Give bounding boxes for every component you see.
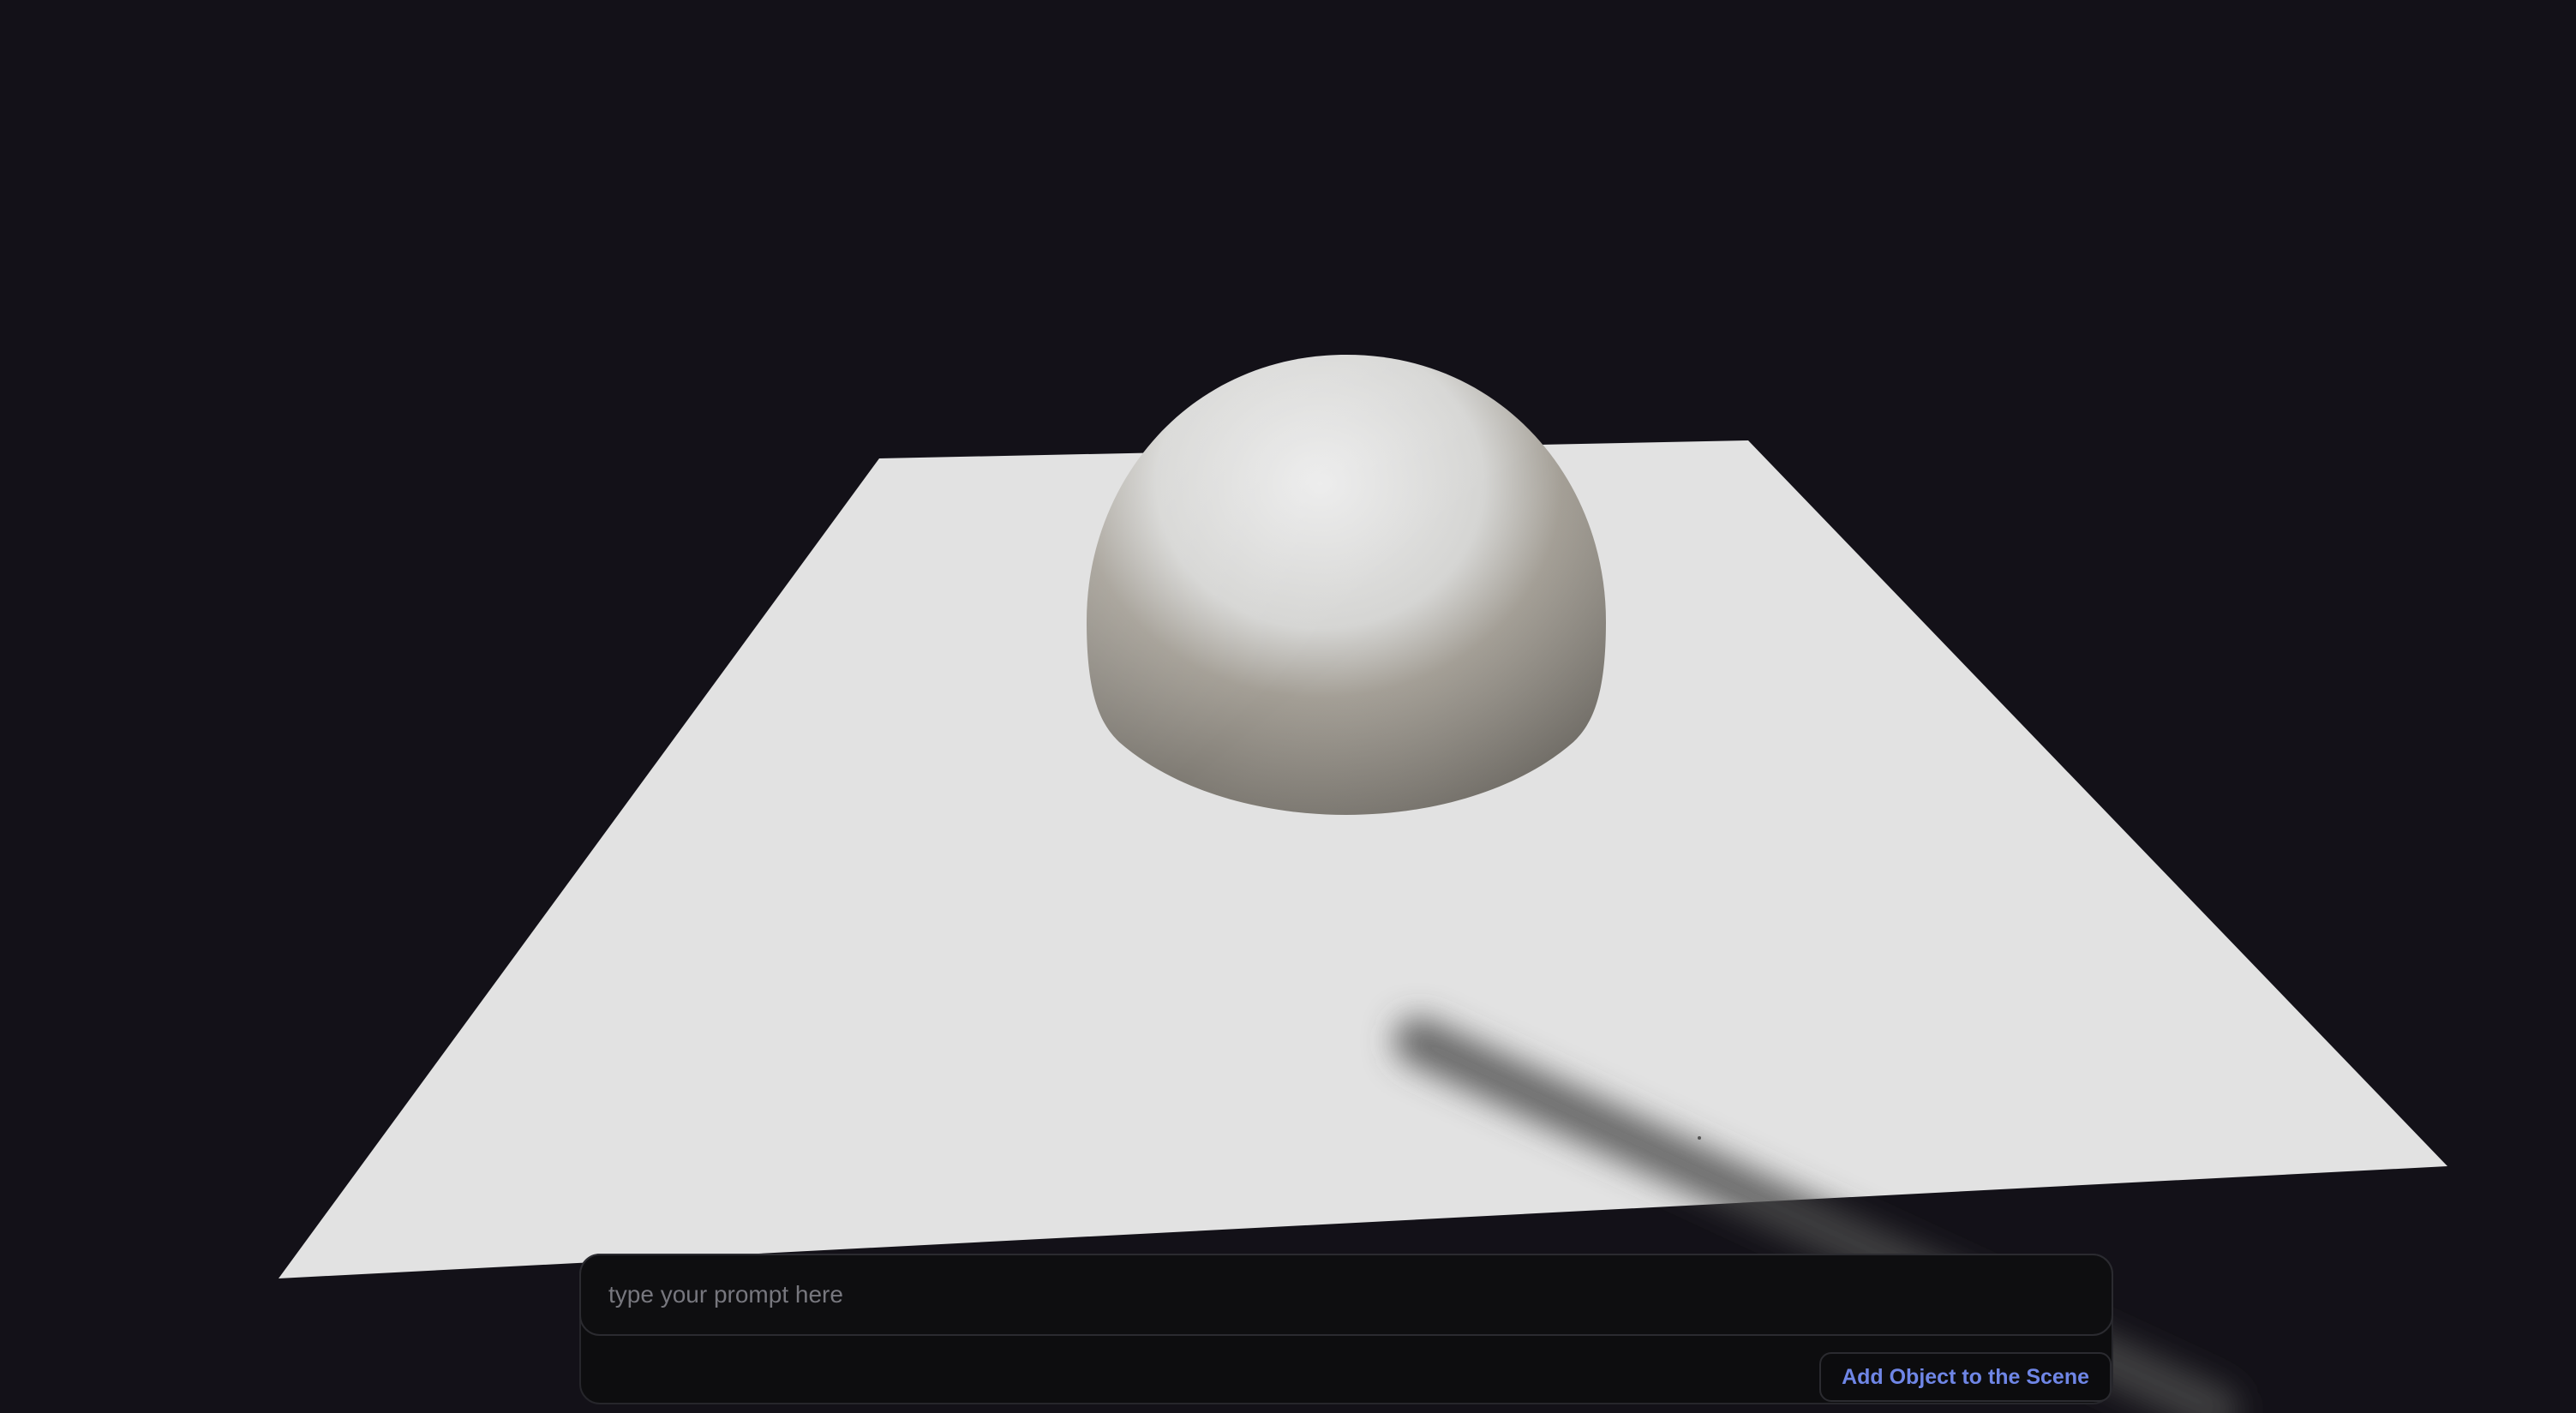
scene-point-marker xyxy=(1698,1136,1701,1140)
prompt-panel: Add Object to the Scene xyxy=(579,1254,2113,1404)
add-object-button[interactable]: Add Object to the Scene xyxy=(1819,1352,2112,1402)
prompt-input[interactable] xyxy=(579,1254,2113,1336)
3d-scene-viewport[interactable] xyxy=(0,0,2576,1413)
sphere-object[interactable] xyxy=(1087,355,1606,815)
app-root: Add Object to the Scene xyxy=(0,0,2576,1413)
scene-canvas[interactable] xyxy=(0,0,2576,1413)
